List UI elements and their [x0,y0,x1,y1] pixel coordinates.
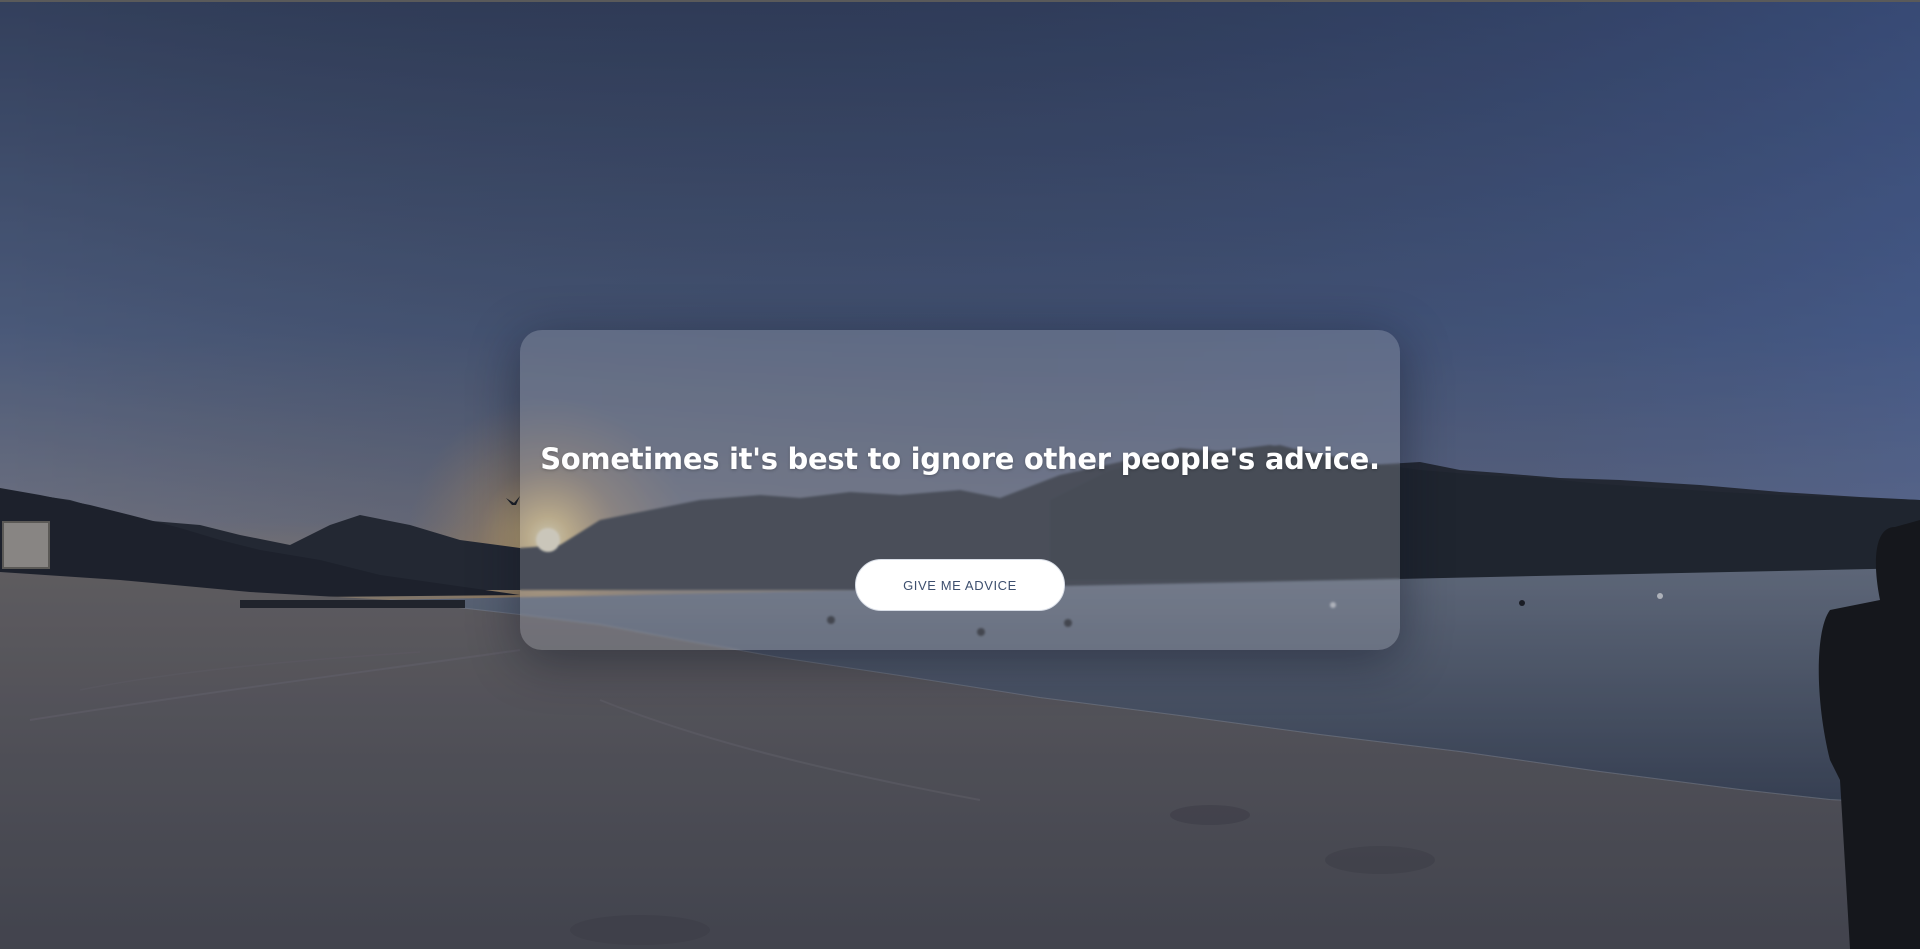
advice-card: Sometimes it's best to ignore other peop… [520,330,1400,650]
page-root: Sometimes it's best to ignore other peop… [0,0,1920,949]
give-me-advice-button[interactable]: GIVE ME ADVICE [855,559,1065,611]
advice-quote: Sometimes it's best to ignore other peop… [540,442,1380,476]
window-top-border [0,0,1920,2]
